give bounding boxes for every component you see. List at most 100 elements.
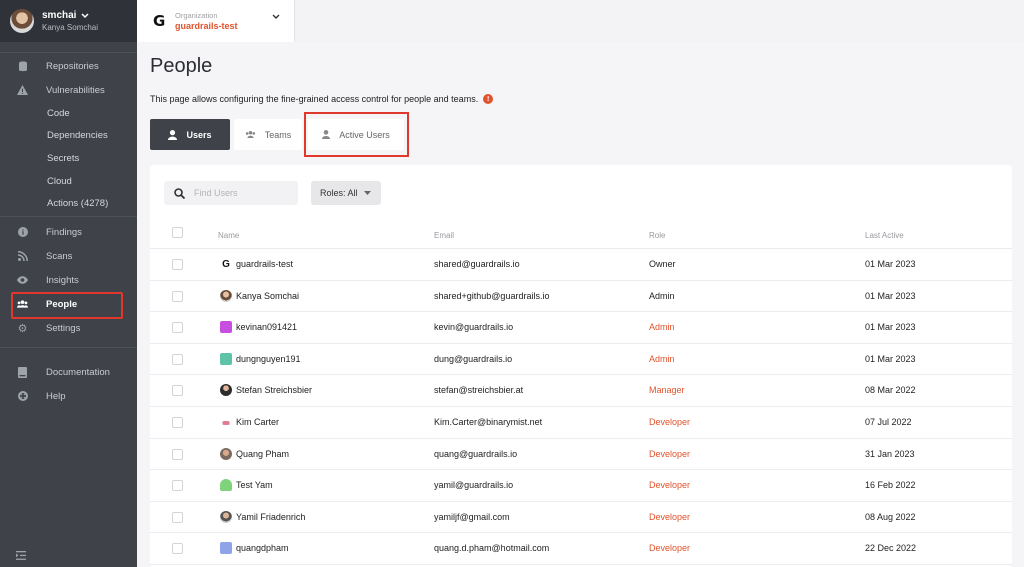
user-name: Yamil Friadenrich (236, 511, 306, 522)
user-icon (168, 129, 178, 140)
sidebar: smchai Kanya Somchai Repositories Vulner… (0, 0, 137, 567)
roles-filter-label: Roles: All (320, 188, 358, 198)
user-last-active: 01 Mar 2023 (865, 353, 916, 364)
collapse-sidebar-icon[interactable] (16, 551, 26, 562)
sidebar-item-help[interactable]: Help (0, 385, 137, 407)
user-menu[interactable]: smchai Kanya Somchai (0, 0, 137, 42)
sidebar-item-label: Insights (46, 274, 79, 286)
user-last-active: 31 Jan 2023 (865, 448, 915, 459)
row-checkbox[interactable] (172, 353, 183, 365)
organization-switcher[interactable]: G Organization guardrails-test (137, 0, 295, 42)
table-row[interactable]: Stefan Streichsbier stefan@streichsbier.a… (150, 375, 1012, 407)
user-avatar (220, 321, 232, 334)
sidebar-item-findings[interactable]: Findings (0, 221, 137, 243)
column-header-last-active[interactable]: Last Active (865, 231, 904, 240)
user-role[interactable]: Admin (649, 322, 675, 332)
user-name: Stefan Streichsbier (236, 385, 313, 396)
row-checkbox[interactable] (172, 511, 183, 523)
user-avatar (220, 542, 232, 555)
table-row[interactable]: Test Yam yamil@guardrails.io Developer 16 F… (150, 470, 1012, 502)
user-last-active: 01 Mar 2023 (865, 259, 916, 269)
user-role[interactable]: Developer (649, 480, 690, 490)
tab-label: Teams (264, 129, 292, 140)
user-email: kevin@guardrails.io (434, 322, 514, 333)
row-checkbox[interactable] (172, 385, 183, 397)
user-name: guardrails-test (236, 259, 294, 269)
tab-users[interactable]: Users (150, 119, 230, 150)
row-checkbox[interactable] (172, 417, 183, 428)
user-email: shared+github@guardrails.io (434, 290, 550, 301)
search-input[interactable] (194, 188, 294, 198)
roles-filter-dropdown[interactable]: Roles: All (311, 181, 381, 205)
rss-icon (17, 251, 28, 262)
user-role[interactable]: Developer (649, 449, 690, 459)
user-email: quang.d.pham@hotmail.com (434, 543, 550, 554)
table-row[interactable]: dungnguyen191 dung@guardrails.io Admin 01 M… (150, 344, 1012, 376)
sidebar-item-repositories[interactable]: Repositories (0, 55, 137, 77)
row-checkbox[interactable] (172, 543, 183, 555)
user-role[interactable]: Developer (649, 543, 690, 553)
table-row[interactable]: Gguardrails-test shared@guardrails.io Owne… (150, 249, 1012, 281)
sidebar-item-label: Help (46, 390, 66, 402)
sidebar-sub-cloud[interactable]: Cloud (47, 176, 72, 187)
organization-label: Organization (175, 11, 218, 20)
user-name: kevinan091421 (236, 322, 298, 333)
user-email: yamiljf@gmail.com (434, 511, 510, 522)
table-row[interactable]: Yamil Friadenrich yamiljf@gmail.com Develo… (150, 502, 1012, 534)
sidebar-item-insights[interactable]: Insights (0, 269, 137, 291)
sidebar-sub-secrets[interactable]: Secrets (47, 153, 79, 164)
tab-label: Users (186, 129, 212, 140)
info-icon[interactable]: ! (483, 94, 494, 104)
row-checkbox[interactable] (172, 448, 183, 460)
sidebar-item-settings[interactable]: ⚙ Settings (0, 317, 137, 339)
info-circle-icon (17, 227, 28, 238)
user-email: stefan@streichsbier.at (434, 385, 524, 396)
row-checkbox[interactable] (172, 290, 183, 302)
user-name: dungnguyen191 (236, 353, 301, 364)
user-role[interactable]: Manager (649, 385, 685, 395)
user-avatar (220, 421, 232, 425)
lifebuoy-icon (17, 391, 28, 402)
search-icon (174, 187, 185, 199)
table-row[interactable]: kevinan091421 kevin@guardrails.io Admin 01 … (150, 312, 1012, 344)
user-email: quang@guardrails.io (434, 448, 518, 459)
user-name: Test Yam (236, 480, 273, 491)
table-row[interactable]: Kanya Somchai shared+github@guardrails.io… (150, 281, 1012, 313)
table-row[interactable]: Quang Pham quang@guardrails.io Developer 31… (150, 439, 1012, 471)
select-all-checkbox[interactable] (172, 227, 183, 238)
sidebar-sub-code[interactable]: Code (47, 108, 70, 119)
table-row[interactable]: Kim Carter Kim.Carter@binarymist.net Devel… (150, 407, 1012, 439)
book-icon (17, 366, 28, 378)
user-avatar (10, 9, 34, 33)
table-row[interactable]: quangdpham quang.d.pham@hotmail.com Develo… (150, 533, 1012, 565)
user-role[interactable]: Admin (649, 291, 675, 301)
user-avatar (220, 479, 232, 492)
user-name: Quang Pham (236, 448, 290, 459)
search-box[interactable] (164, 181, 298, 205)
sidebar-item-vulnerabilities[interactable]: Vulnerabilities (0, 79, 137, 101)
user-role[interactable]: Developer (649, 417, 690, 427)
row-checkbox[interactable] (172, 480, 183, 492)
user-avatar (220, 352, 232, 365)
user-last-active: 16 Feb 2022 (865, 480, 916, 491)
sidebar-item-scans[interactable]: Scans (0, 245, 137, 267)
user-email: Kim.Carter@binarymist.net (434, 417, 543, 427)
user-role[interactable]: Owner (649, 259, 676, 269)
row-checkbox[interactable] (172, 259, 183, 270)
column-header-role[interactable]: Role (649, 231, 665, 240)
user-avatar (220, 289, 232, 302)
sidebar-sub-actions[interactable]: Actions (4278) (47, 198, 108, 209)
column-header-email[interactable]: Email (434, 231, 454, 240)
sidebar-sub-dependencies[interactable]: Dependencies (47, 130, 108, 141)
sidebar-item-documentation[interactable]: Documentation (0, 361, 137, 383)
user-avatar (220, 510, 232, 523)
user-name: Kanya Somchai (236, 290, 300, 301)
user-last-active: 22 Dec 2022 (865, 543, 917, 554)
row-checkbox[interactable] (172, 322, 183, 334)
column-header-name[interactable]: Name (218, 231, 239, 240)
tab-teams[interactable]: Teams (234, 119, 302, 150)
user-last-active: 01 Mar 2023 (865, 322, 916, 333)
user-role[interactable]: Admin (649, 354, 675, 364)
user-role[interactable]: Developer (649, 512, 690, 522)
users-panel: Roles: All Name Email Role Last Active G… (150, 165, 1012, 567)
